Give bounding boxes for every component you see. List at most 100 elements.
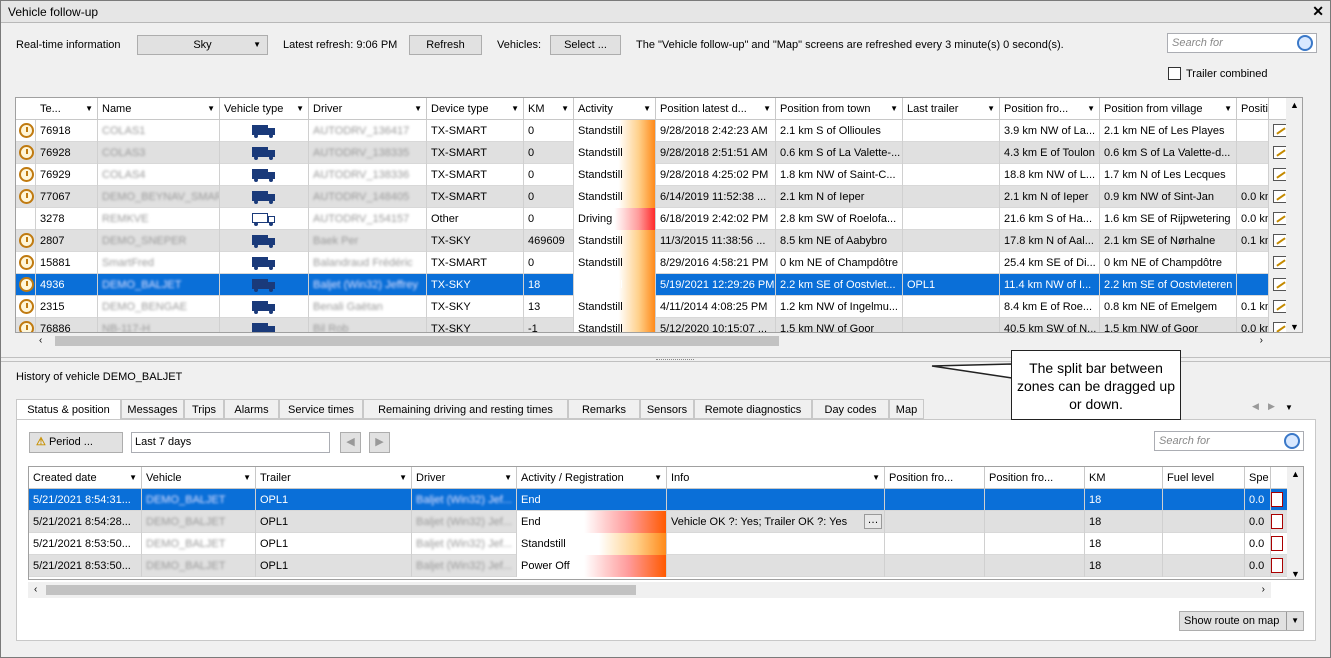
table-row[interactable]: 15881 SmartFred Balandraud Frédéric TX-SMAR… [16,252,1302,274]
close-icon[interactable]: ✕ [1312,3,1324,20]
table-row[interactable]: 5/21/2021 8:53:50... DEMO_BALJET OPL1 Balje… [29,533,1303,555]
period-prev-button[interactable]: ◀ [340,432,361,453]
chevron-down-icon[interactable]: ▼ [85,98,93,120]
tab-alarms[interactable]: Alarms [224,399,279,419]
info-more-button[interactable]: … [864,514,882,529]
chevron-down-icon[interactable]: ▼ [654,467,662,489]
history-table-hscrollbar[interactable]: ‹ › [28,582,1271,598]
column-header[interactable]: Positio [1237,98,1269,120]
scroll-left-icon[interactable]: ‹ [39,335,42,346]
scroll-right-icon[interactable]: › [1260,335,1263,346]
chevron-down-icon[interactable]: ▼ [643,98,651,120]
refresh-button[interactable]: Refresh [409,35,482,55]
table-row[interactable]: 76929 COLAS4 AUTODRV_138336 TX-SMART 0 Stands… [16,164,1302,186]
tab-status-position[interactable]: Status & position [16,399,121,420]
tab-service-times[interactable]: Service times [279,399,363,419]
column-header[interactable]: Position from town ▼ [776,98,903,120]
edit-note-icon[interactable] [1273,168,1287,181]
column-header[interactable]: Position fro... [885,467,985,489]
search-icon[interactable] [1284,433,1300,449]
column-header[interactable]: Position from village ▼ [1100,98,1237,120]
column-header[interactable]: Position fro... [985,467,1085,489]
scroll-up-icon[interactable]: ▲ [1291,469,1300,479]
period-field[interactable]: Last 7 days [131,432,330,453]
chevron-down-icon[interactable]: ▼ [1224,98,1232,120]
column-header[interactable]: Info ▼ [667,467,885,489]
tabs-menu-icon[interactable]: ▼ [1285,403,1293,412]
tabs-scroll-left-icon[interactable]: ◀ [1252,401,1259,412]
column-header[interactable]: Last trailer ▼ [903,98,1000,120]
column-header[interactable]: Activity ▼ [574,98,656,120]
column-header[interactable]: Activity / Registration ▼ [517,467,667,489]
chevron-down-icon[interactable]: ▼ [1087,98,1095,120]
vehicle-search-input[interactable]: Search for [1167,33,1317,53]
pdf-icon[interactable] [1271,536,1283,551]
tab-remarks[interactable]: Remarks [568,399,640,419]
history-search-input[interactable]: Search for [1154,431,1304,451]
chevron-down-icon[interactable]: ▼ [207,98,215,120]
column-header[interactable]: Position fro... ▼ [1000,98,1100,120]
edit-note-icon[interactable] [1273,278,1287,291]
edit-note-icon[interactable] [1273,300,1287,313]
scroll-right-icon[interactable]: › [1262,584,1265,595]
hscroll-thumb[interactable] [46,585,636,595]
column-header[interactable]: Spe [1245,467,1271,489]
vehicle-table-vscrollbar[interactable]: ▲ ▼ [1286,98,1302,332]
tab-day-codes[interactable]: Day codes [812,399,889,419]
column-header[interactable]: Te... ▼ [36,98,98,120]
chevron-down-icon[interactable]: ▼ [890,98,898,120]
vehicle-table-hscrollbar[interactable]: ‹ › [15,333,1269,349]
chevron-down-icon[interactable]: ▼ [399,467,407,489]
history-table-vscrollbar[interactable]: ▲ ▼ [1287,467,1303,579]
tab-remaining-driving-and-resting-times[interactable]: Remaining driving and resting times [363,399,568,419]
chevron-down-icon[interactable]: ▼ [511,98,519,120]
edit-note-icon[interactable] [1273,212,1287,225]
tab-remote-diagnostics[interactable]: Remote diagnostics [694,399,812,419]
column-header[interactable]: Vehicle type ▼ [220,98,309,120]
edit-note-icon[interactable] [1273,256,1287,269]
edit-note-icon[interactable] [1273,190,1287,203]
pdf-icon[interactable] [1271,492,1283,507]
scroll-left-icon[interactable]: ‹ [34,584,37,595]
period-button[interactable]: ⚠ Period ... [29,432,123,453]
column-header[interactable]: Trailer ▼ [256,467,412,489]
table-row[interactable]: 77067 DEMO_BEYNAV_SMART AUTODRV_148405 TX-S… [16,186,1302,208]
edit-note-icon[interactable] [1273,124,1287,137]
realtime-dropdown[interactable]: Sky ▼ [137,35,268,55]
tab-sensors[interactable]: Sensors [640,399,694,419]
pdf-icon[interactable] [1271,514,1283,529]
table-row[interactable]: 2807 DEMO_SNEPER Baek Per TX-SKY 469609 Stand… [16,230,1302,252]
table-row[interactable]: 4936 DEMO_BALJET Baljet (Win32) Jeffrey TX-… [16,274,1302,296]
table-row[interactable]: 76928 COLAS3 AUTODRV_138335 TX-SMART 0 Stands… [16,142,1302,164]
chevron-down-icon[interactable]: ▼ [987,98,995,120]
period-next-button[interactable]: ▶ [369,432,390,453]
chevron-down-icon[interactable]: ▼ [763,98,771,120]
column-header[interactable]: Fuel level [1163,467,1245,489]
column-header[interactable]: KM [1085,467,1163,489]
chevron-down-icon[interactable]: ▼ [561,98,569,120]
edit-note-icon[interactable] [1273,146,1287,159]
pdf-icon[interactable] [1271,558,1283,573]
chevron-down-icon[interactable]: ▼ [414,98,422,120]
table-row[interactable]: 76886 NB-117-H Bil Rob TX-SKY -1 Standstill 5/… [16,318,1302,332]
column-header[interactable]: Driver ▼ [309,98,427,120]
column-header[interactable]: KM ▼ [524,98,574,120]
table-row[interactable]: 3278 REMKVE AUTODRV_154157 Other 0 Driving 6/1… [16,208,1302,230]
show-route-button[interactable]: Show route on map ▼ [1179,611,1304,631]
chevron-down-icon[interactable]: ▼ [296,98,304,120]
scroll-down-icon[interactable]: ▼ [1290,322,1299,332]
column-header[interactable]: Position latest d... ▼ [656,98,776,120]
column-header[interactable]: Driver ▼ [412,467,517,489]
scroll-up-icon[interactable]: ▲ [1290,100,1299,110]
tabs-scroll-right-icon[interactable]: ▶ [1268,401,1275,412]
search-icon[interactable] [1297,35,1313,51]
edit-note-icon[interactable] [1273,322,1287,332]
trailer-combined-checkbox[interactable] [1168,67,1181,80]
chevron-down-icon[interactable]: ▼ [1286,612,1299,630]
table-row[interactable]: 76918 COLAS1 AUTODRV_136417 TX-SMART 0 Stands… [16,120,1302,142]
scroll-down-icon[interactable]: ▼ [1291,569,1300,579]
tab-messages[interactable]: Messages [121,399,184,419]
chevron-down-icon[interactable]: ▼ [129,467,137,489]
select-vehicles-button[interactable]: Select ... [550,35,621,55]
column-header[interactable]: Name ▼ [98,98,220,120]
